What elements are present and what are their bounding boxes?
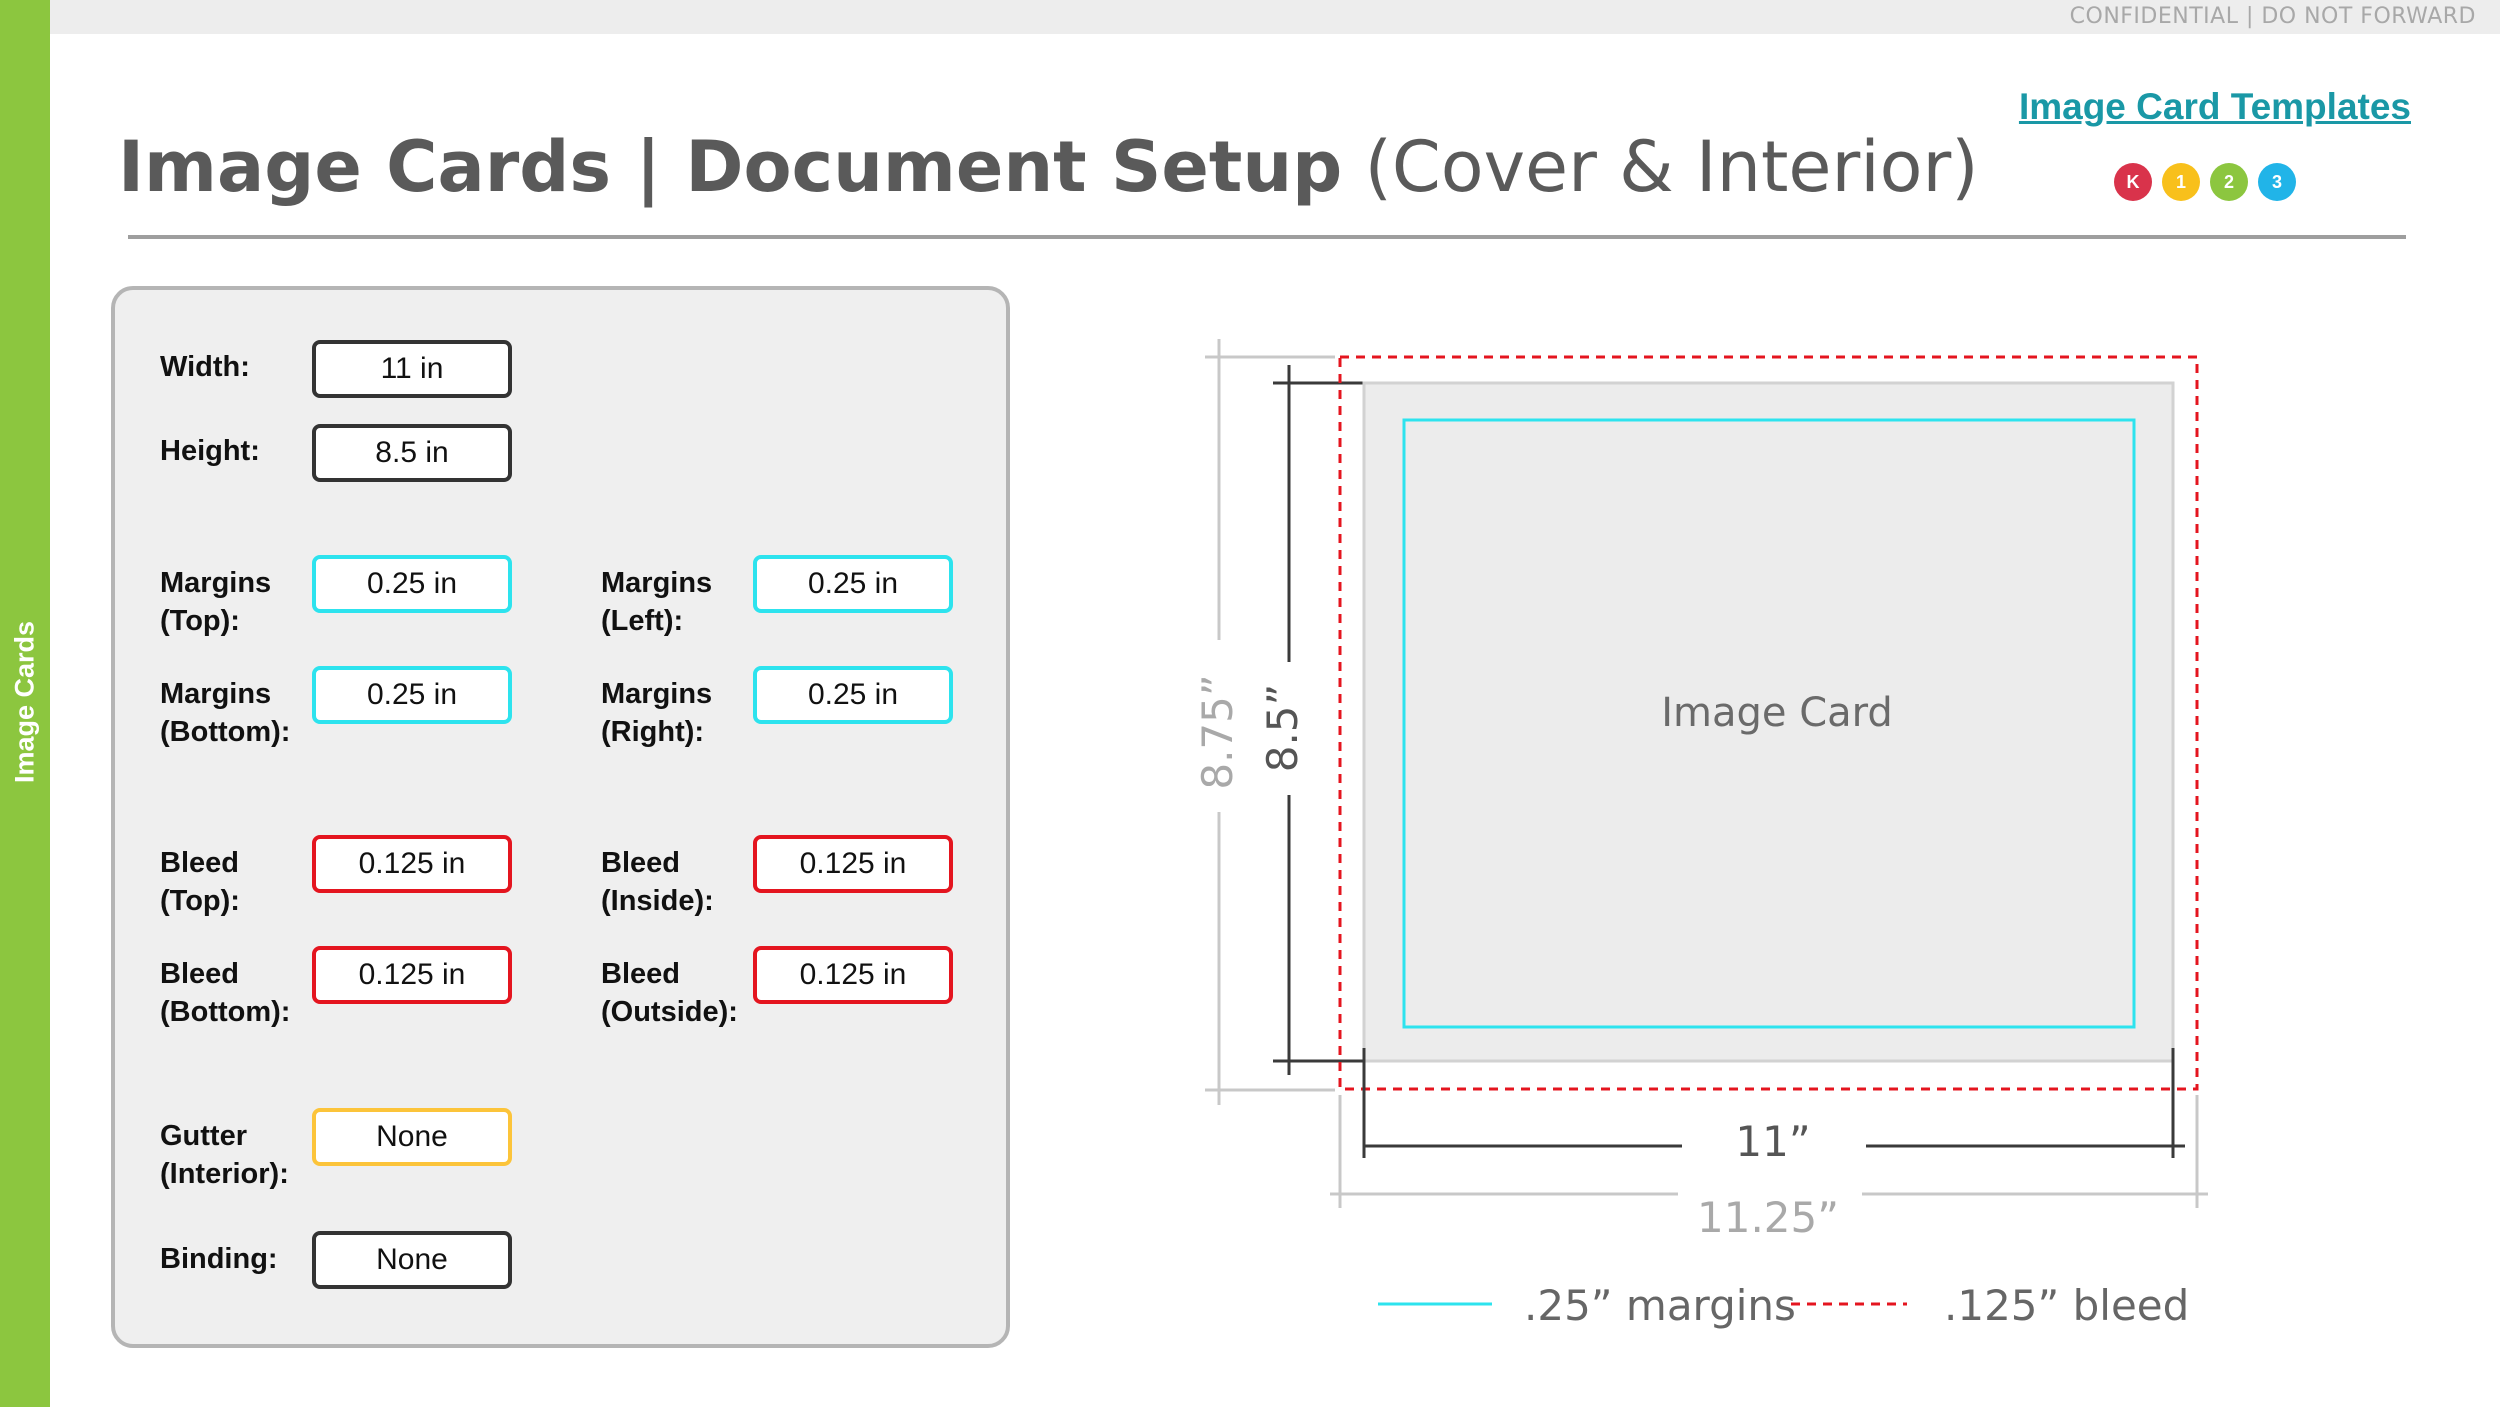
trim-height-label: 8.5”: [1258, 684, 1307, 773]
bleed-height-label: 8.75”: [1193, 674, 1242, 789]
legend-margins-label: .25” margins: [1524, 1281, 1796, 1330]
document-setup-diagram: 8.75” 8.5” Image Card 11” 11.25” .25” ma…: [1193, 339, 2208, 1330]
bleed-width-label: 11.25”: [1697, 1193, 1839, 1242]
image-card-label: Image Card: [1661, 690, 1893, 736]
legend-bleed-label: .125” bleed: [1944, 1281, 2189, 1330]
trim-width-label: 11”: [1735, 1117, 1810, 1166]
